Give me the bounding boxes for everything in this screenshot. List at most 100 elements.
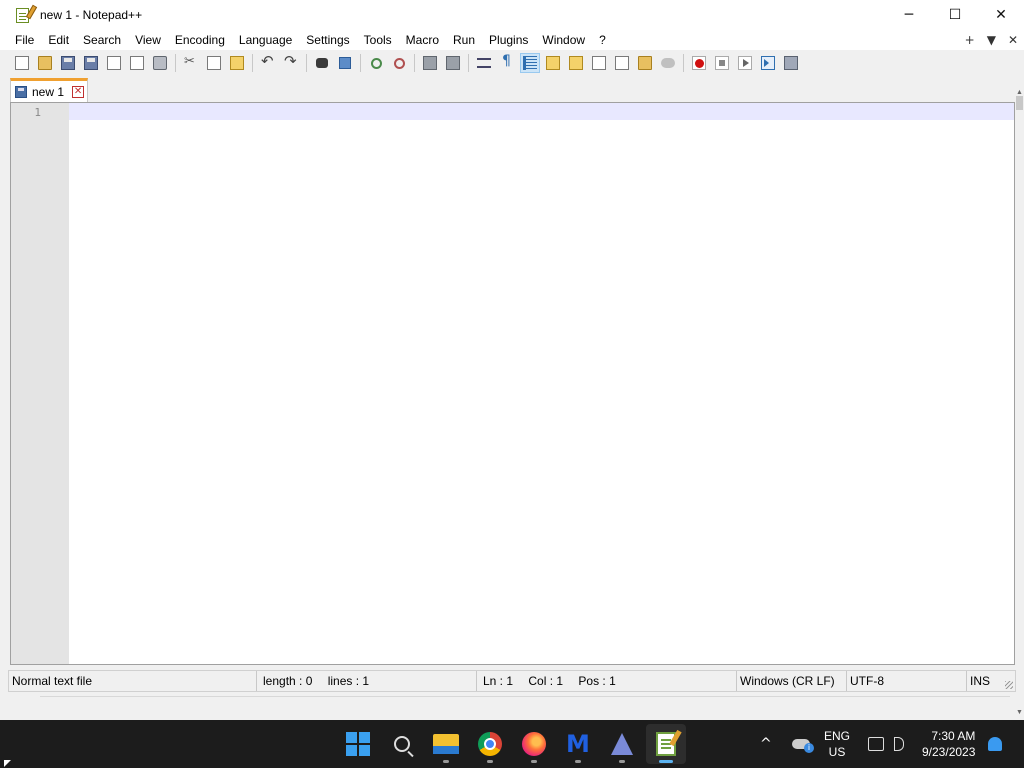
folder-workspace-icon[interactable] bbox=[635, 53, 655, 73]
cut-icon[interactable] bbox=[181, 53, 201, 73]
tab-new-1[interactable]: new 1 ✕ bbox=[10, 78, 88, 102]
add-tab-button[interactable]: + bbox=[965, 33, 975, 47]
status-lines: lines : 1 bbox=[327, 674, 370, 688]
toolbar-separator bbox=[468, 54, 469, 72]
menu-edit[interactable]: Edit bbox=[41, 30, 76, 50]
save-macro-icon[interactable] bbox=[781, 53, 801, 73]
doc-list-icon[interactable] bbox=[589, 53, 609, 73]
zoom-in-icon[interactable] bbox=[366, 53, 386, 73]
status-bar: Normal text file length : 0 lines : 1 Ln… bbox=[8, 670, 1016, 692]
onedrive-icon bbox=[792, 739, 814, 753]
tray-overflow-button[interactable]: ^ bbox=[760, 720, 772, 768]
status-length: length : 0 bbox=[263, 674, 313, 688]
save-icon[interactable] bbox=[58, 53, 78, 73]
menu-window[interactable]: Window bbox=[535, 30, 592, 50]
status-insert-mode[interactable]: INS bbox=[967, 671, 1007, 691]
unsaved-file-icon bbox=[15, 85, 27, 98]
notepadpp-icon bbox=[656, 732, 676, 756]
menu-view[interactable]: View bbox=[128, 30, 168, 50]
start-button[interactable] bbox=[338, 724, 378, 764]
close-button[interactable]: ✕ bbox=[978, 0, 1024, 30]
menu-search[interactable]: Search bbox=[76, 30, 128, 50]
new-file-icon[interactable] bbox=[12, 53, 32, 73]
paste-icon[interactable] bbox=[227, 53, 247, 73]
current-line-highlight[interactable] bbox=[69, 103, 1014, 120]
menu-language[interactable]: Language bbox=[232, 30, 299, 50]
open-file-icon[interactable] bbox=[35, 53, 55, 73]
function-list-icon[interactable] bbox=[612, 53, 632, 73]
tray-volume[interactable] bbox=[894, 720, 904, 768]
zoom-out-icon[interactable] bbox=[389, 53, 409, 73]
save-all-icon[interactable] bbox=[81, 53, 101, 73]
editor-area[interactable]: 1 bbox=[10, 102, 1015, 665]
maximize-button[interactable]: ☐ bbox=[932, 0, 978, 30]
minimize-button[interactable]: ─ bbox=[886, 0, 932, 30]
clock-date: 9/23/2023 bbox=[922, 745, 976, 759]
taskbar-firefox[interactable] bbox=[514, 724, 554, 764]
play-macro-icon[interactable] bbox=[735, 53, 755, 73]
taskbar-notepadpp[interactable] bbox=[646, 724, 686, 764]
line-number: 1 bbox=[34, 106, 41, 119]
status-encoding[interactable]: UTF-8 bbox=[847, 671, 967, 691]
record-macro-icon[interactable] bbox=[689, 53, 709, 73]
menu-encoding[interactable]: Encoding bbox=[168, 30, 232, 50]
taskbar-vm-app[interactable] bbox=[602, 724, 642, 764]
sync-horizontal-icon[interactable] bbox=[443, 53, 463, 73]
taskbar-file-explorer[interactable] bbox=[426, 724, 466, 764]
status-eol[interactable]: Windows (CR LF) bbox=[737, 671, 847, 691]
toolbar-separator bbox=[360, 54, 361, 72]
scroll-down-arrow-icon[interactable]: ▼ bbox=[1015, 709, 1024, 716]
user-lang-icon[interactable] bbox=[543, 53, 563, 73]
horizontal-scrollbar[interactable] bbox=[10, 694, 1015, 716]
notification-bell-icon bbox=[988, 737, 1002, 751]
redo-icon[interactable] bbox=[281, 52, 301, 73]
indent-guide-icon[interactable] bbox=[520, 53, 540, 73]
find-icon[interactable] bbox=[312, 53, 332, 73]
tray-network[interactable] bbox=[868, 720, 884, 768]
tray-clock[interactable]: 7:30 AM 9/23/2023 bbox=[922, 720, 975, 768]
volume-muted-icon bbox=[894, 737, 904, 751]
menu-tools[interactable]: Tools bbox=[357, 30, 399, 50]
close-icon[interactable] bbox=[104, 53, 124, 73]
tab-close-icon[interactable]: ✕ bbox=[72, 85, 85, 98]
tab-list-dropdown[interactable]: ▼ bbox=[987, 33, 996, 47]
menu-settings[interactable]: Settings bbox=[299, 30, 356, 50]
status-position: Ln : 1 Col : 1 Pos : 1 bbox=[477, 671, 737, 691]
menu-bar: File Edit Search View Encoding Language … bbox=[0, 30, 1024, 50]
vertical-scrollbar[interactable]: ▲ ▼ bbox=[1015, 89, 1024, 720]
scroll-thumb[interactable] bbox=[1016, 96, 1023, 110]
taskbar-search-button[interactable] bbox=[382, 724, 422, 764]
resize-grip[interactable] bbox=[1005, 681, 1013, 689]
sync-vertical-icon[interactable] bbox=[420, 53, 440, 73]
stop-macro-icon[interactable] bbox=[712, 53, 732, 73]
copy-icon[interactable] bbox=[204, 53, 224, 73]
undo-icon[interactable] bbox=[258, 52, 278, 73]
doc-map-icon[interactable] bbox=[566, 53, 586, 73]
print-icon[interactable] bbox=[150, 53, 170, 73]
close-document-button[interactable]: ✕ bbox=[1008, 33, 1018, 47]
vm-app-icon bbox=[611, 733, 633, 755]
taskbar-chrome[interactable] bbox=[470, 724, 510, 764]
show-all-chars-icon[interactable] bbox=[497, 53, 517, 73]
run-macro-multiple-icon[interactable] bbox=[758, 53, 778, 73]
clock-time: 7:30 AM bbox=[931, 729, 976, 743]
menu-help[interactable]: ? bbox=[592, 30, 613, 50]
toolbar-separator bbox=[306, 54, 307, 72]
tray-language[interactable]: ENG US bbox=[824, 720, 850, 768]
status-file-type: Normal text file bbox=[9, 671, 257, 691]
menu-plugins[interactable]: Plugins bbox=[482, 30, 535, 50]
tray-notifications[interactable] bbox=[988, 720, 1002, 768]
menu-macro[interactable]: Macro bbox=[399, 30, 446, 50]
close-all-icon[interactable] bbox=[127, 53, 147, 73]
notepadpp-icon[interactable] bbox=[15, 4, 38, 24]
search-icon bbox=[394, 736, 410, 752]
word-wrap-icon[interactable] bbox=[474, 53, 494, 73]
menu-file[interactable]: File bbox=[8, 30, 41, 50]
taskbar-malwarebytes[interactable]: M bbox=[558, 724, 598, 764]
monitoring-icon[interactable] bbox=[658, 53, 678, 73]
toolbar-separator bbox=[683, 54, 684, 72]
menu-run[interactable]: Run bbox=[446, 30, 482, 50]
replace-icon[interactable] bbox=[335, 53, 355, 73]
title-bar[interactable]: new 1 - Notepad++ ─ ☐ ✕ bbox=[0, 0, 1024, 30]
tray-onedrive[interactable] bbox=[792, 720, 814, 768]
